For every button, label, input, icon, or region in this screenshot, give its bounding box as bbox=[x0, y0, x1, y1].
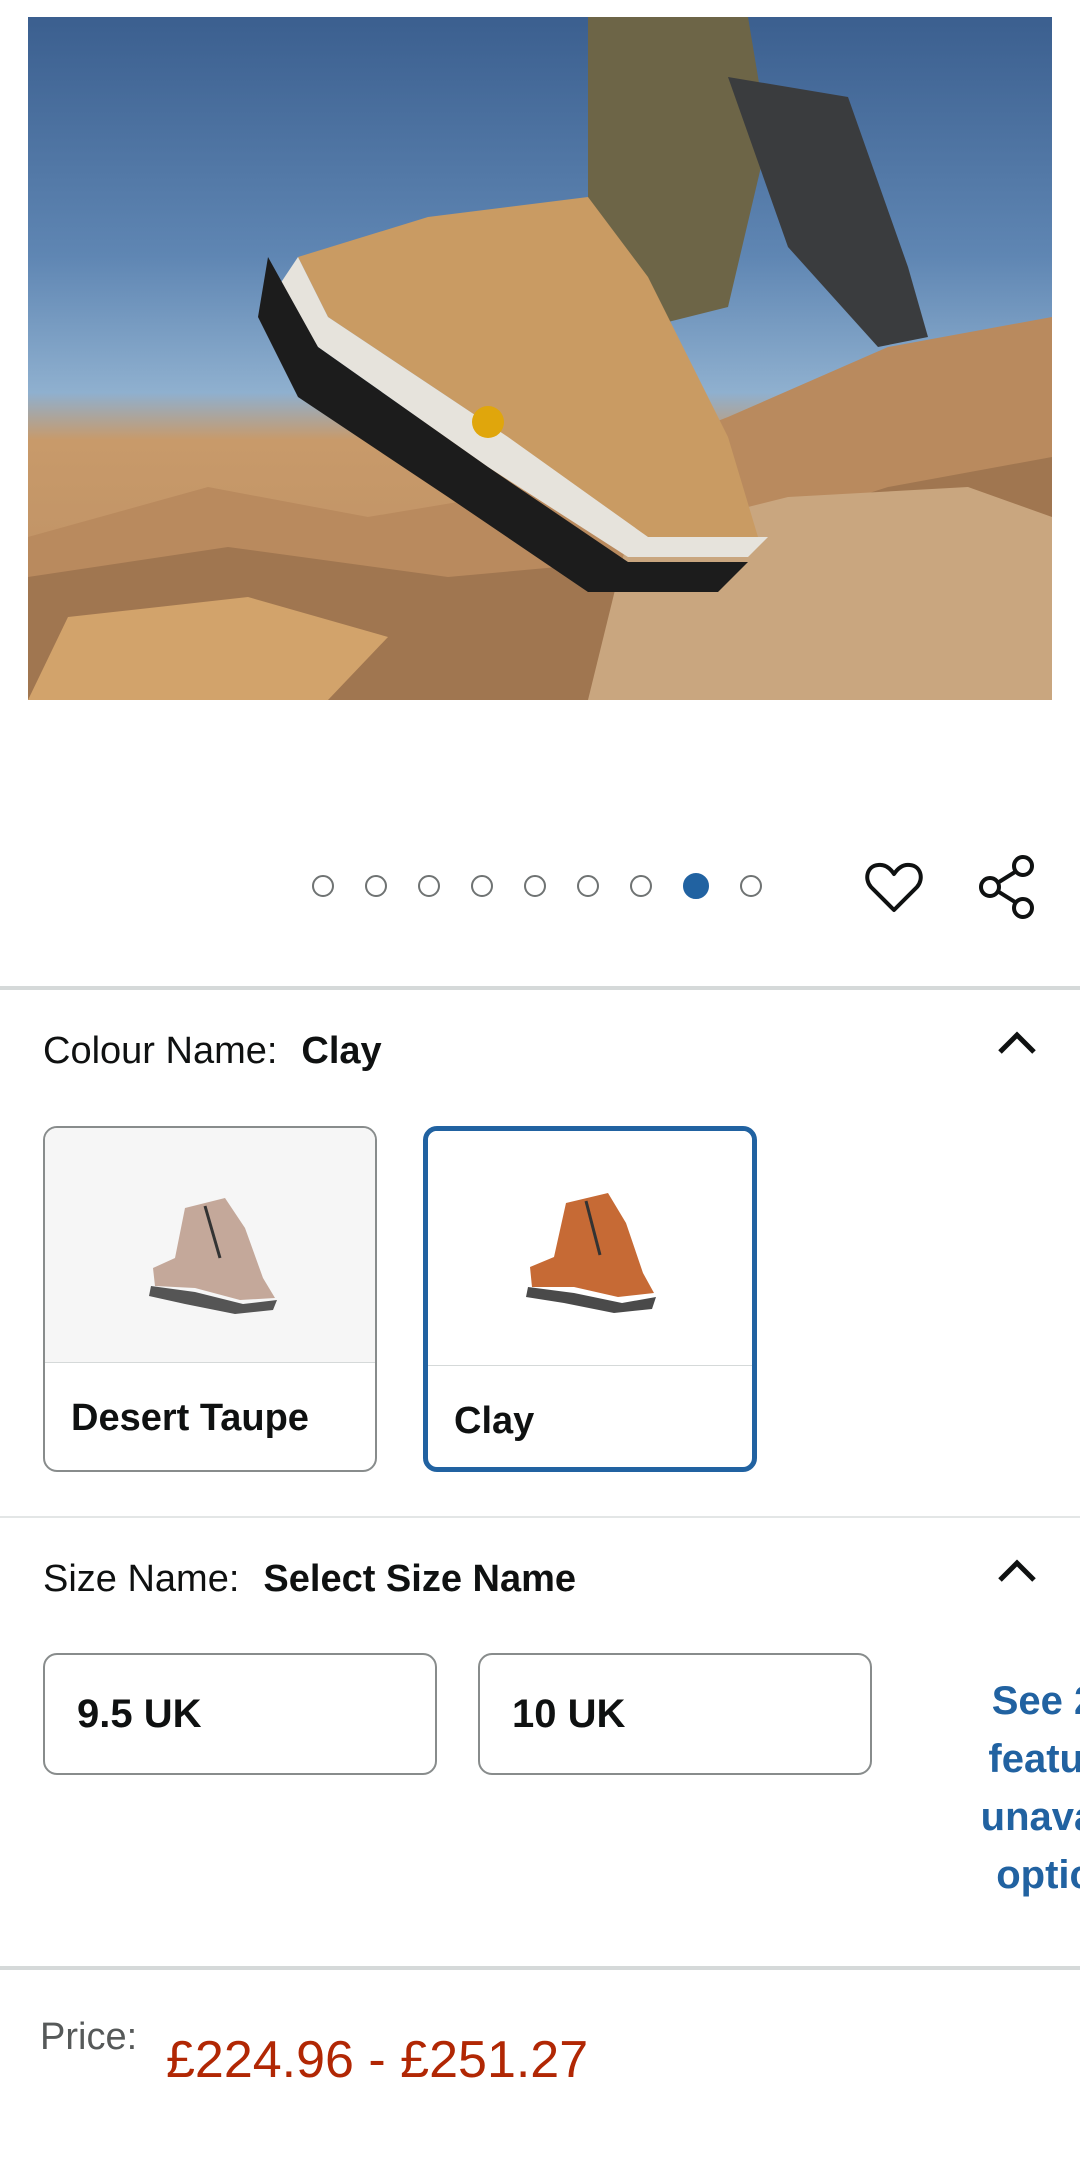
share-button[interactable] bbox=[975, 855, 1039, 919]
desert-taupe-thumbnail bbox=[45, 1128, 375, 1363]
share-icon bbox=[979, 855, 1034, 919]
price-label: Price: bbox=[40, 2016, 138, 2058]
carousel-dots[interactable] bbox=[312, 872, 793, 900]
heart-icon bbox=[865, 862, 923, 912]
colour-option-label: Desert Taupe bbox=[71, 1397, 309, 1439]
divider bbox=[0, 1516, 1080, 1518]
colour-option-clay[interactable]: Clay bbox=[423, 1126, 757, 1472]
carousel-dot[interactable] bbox=[471, 875, 493, 897]
carousel-dot[interactable] bbox=[630, 875, 652, 897]
colour-name-label: Colour Name: bbox=[43, 1030, 278, 1072]
size-option-10-uk[interactable]: 10 UK bbox=[478, 1653, 872, 1775]
carousel-dot[interactable] bbox=[577, 875, 599, 897]
carousel-dot[interactable] bbox=[524, 875, 546, 897]
price-value: £224.96 - £251.27 bbox=[166, 2031, 589, 2089]
see-unavailable-options-link[interactable]: See 2featurunavaioptic bbox=[944, 1672, 1080, 1904]
size-name-row: Size Name: Select Size Name bbox=[43, 1558, 576, 1601]
divider bbox=[0, 1966, 1080, 1970]
colour-name-row: Colour Name: Clay bbox=[43, 1030, 382, 1073]
hiking-boot-photo bbox=[28, 17, 1052, 700]
size-name-value: Select Size Name bbox=[263, 1558, 577, 1600]
size-name-label: Size Name: bbox=[43, 1558, 240, 1600]
colour-option-desert-taupe[interactable]: Desert Taupe bbox=[43, 1126, 377, 1472]
boot-thumbnail-image bbox=[526, 1193, 656, 1313]
clay-thumbnail bbox=[428, 1131, 752, 1366]
carousel-dot-active[interactable] bbox=[683, 873, 709, 899]
carousel-dot[interactable] bbox=[418, 875, 440, 897]
chevron-up-icon[interactable] bbox=[994, 1548, 1040, 1594]
size-option-9-5-uk[interactable]: 9.5 UK bbox=[43, 1653, 437, 1775]
wishlist-button[interactable] bbox=[862, 855, 926, 919]
product-image[interactable] bbox=[28, 17, 1052, 700]
chevron-up-icon[interactable] bbox=[994, 1020, 1040, 1066]
carousel-dot[interactable] bbox=[365, 875, 387, 897]
carousel-dot[interactable] bbox=[312, 875, 334, 897]
divider bbox=[0, 986, 1080, 990]
boot-thumbnail-image bbox=[149, 1198, 277, 1314]
carousel-dot[interactable] bbox=[740, 875, 762, 897]
see-more-text: See 2featurunavaioptic bbox=[980, 1679, 1080, 1897]
colour-name-value: Clay bbox=[301, 1030, 382, 1072]
colour-option-label: Clay bbox=[454, 1400, 535, 1442]
